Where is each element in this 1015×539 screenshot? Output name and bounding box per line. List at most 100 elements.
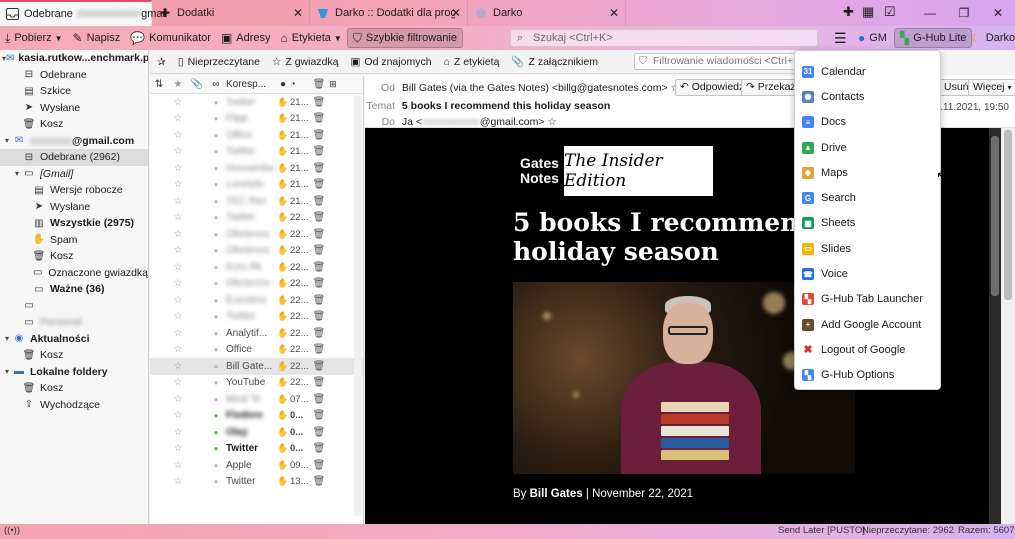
message-row[interactable]: ☆ ● Kurs Rk ✋ 22... 🗑 <box>150 259 363 276</box>
message-row[interactable]: ☆ ● Office ✋ 22... 🗑 <box>150 342 363 359</box>
star-icon[interactable]: ☆ <box>168 344 188 355</box>
message-row[interactable]: ☆ ● Twitter ✋ 21... 🗑 <box>150 144 363 161</box>
expand-icon[interactable]: ▾ <box>2 367 12 376</box>
junk-hand-icon[interactable]: ✋ <box>276 196 290 207</box>
star-icon[interactable]: ☆ <box>168 262 188 273</box>
correspondent-column-header[interactable]: Koresp... <box>226 79 276 90</box>
read-status-icon[interactable]: ● <box>206 164 226 173</box>
more-button[interactable]: Więcej ▾ <box>968 79 1015 96</box>
trash-icon[interactable]: 🗑 <box>312 344 326 355</box>
star-icon[interactable]: ☆ <box>168 212 188 223</box>
folder-item[interactable]: 🗑 Kosz <box>0 380 148 397</box>
filter-unread-button[interactable]: ▯ Nieprzeczytane <box>173 53 265 71</box>
read-status-icon[interactable]: ● <box>206 114 226 123</box>
filter-attachment-button[interactable]: 📎 Z załącznikiem <box>506 53 603 71</box>
flame-icon[interactable]: ✋ <box>276 476 290 487</box>
trash-icon[interactable]: 🗑 <box>312 179 326 190</box>
expand-icon[interactable]: ▾ <box>2 136 12 145</box>
read-status-icon[interactable]: ● <box>206 362 226 371</box>
tab-darko-addons[interactable]: Darko :: Dodatki dla progra ✕ <box>310 0 468 26</box>
message-row[interactable]: ☆ ● Ofertenov ✋ 22... 🗑 <box>150 276 363 293</box>
folder-item[interactable]: 🗑 Kosz <box>0 116 148 133</box>
message-row[interactable]: ☆ ● Analytif... ✋ 22... 🗑 <box>150 325 363 342</box>
filter-tagged-button[interactable]: ⌂ Z etykietą <box>439 53 505 71</box>
message-row[interactable]: ☆ ● Twitter ✋ 13... 🗑 <box>150 474 363 491</box>
junk-hand-icon[interactable]: ✋ <box>276 443 290 454</box>
ghub-menu-item[interactable]: ◆ Maps <box>795 160 940 185</box>
message-pane-scrollbar[interactable] <box>1001 128 1015 524</box>
read-status-icon[interactable]: ● <box>206 345 226 354</box>
junk-hand-icon[interactable]: ✋ <box>276 328 290 339</box>
star-icon[interactable]: ☆ <box>168 377 188 388</box>
read-status-icon[interactable]: ● <box>206 230 226 239</box>
chat-button[interactable]: 💬 Komunikator <box>125 28 216 48</box>
star-icon[interactable]: ☆ <box>168 245 188 256</box>
read-status-icon[interactable]: ● <box>206 147 226 156</box>
gates-notes-logo[interactable]: Gates Notes <box>520 156 559 186</box>
folder-item[interactable]: ▭ Personal <box>0 314 148 331</box>
folder-item[interactable]: ➤ Wysłane <box>0 100 148 117</box>
message-row[interactable]: ☆ ● Olay ✋ 0... 🗑 <box>150 424 363 441</box>
message-row[interactable]: ☆ ● YouTube ✋ 22... 🗑 <box>150 375 363 392</box>
star-icon[interactable]: ☆ <box>168 196 188 207</box>
junk-hand-icon[interactable]: ✋ <box>276 229 290 240</box>
folder-item[interactable]: ▾ ✉ xxxxxxxx @gmail.com <box>0 133 148 150</box>
message-list-scrollbar[interactable] <box>354 96 362 516</box>
message-row[interactable]: ☆ ● Twitter ✋ 22... 🗑 <box>150 210 363 227</box>
junk-hand-icon[interactable]: ✋ <box>276 427 290 438</box>
star-icon[interactable]: ☆ <box>168 394 188 405</box>
activity-icon[interactable]: ((•)) <box>4 525 20 536</box>
junk-hand-icon[interactable]: ✋ <box>276 377 290 388</box>
close-window-icon[interactable]: ✕ <box>981 6 1015 20</box>
folder-item[interactable]: ▤ Wersje robocze <box>0 182 148 199</box>
close-icon[interactable]: ✕ <box>293 6 303 20</box>
global-search-input[interactable]: ⌕ Szukaj <Ctrl+K> <box>510 29 818 47</box>
star-icon[interactable]: ☆ <box>168 443 188 454</box>
star-icon[interactable]: ☆ <box>168 361 188 372</box>
read-status-icon[interactable]: ● <box>206 98 226 107</box>
star-icon[interactable]: ☆ <box>168 295 188 306</box>
menu-icon[interactable]: ☰ <box>829 28 852 48</box>
ghub-menu-item[interactable]: ✖ Logout of Google <box>795 337 940 362</box>
read-status-icon[interactable]: ● <box>206 378 226 387</box>
trash-icon[interactable]: 🗑 <box>312 361 326 372</box>
junk-hand-icon[interactable]: ✋ <box>276 361 290 372</box>
folder-item[interactable]: ⇪ Wychodzące <box>0 397 148 414</box>
folder-item[interactable]: ⊟ Odebrane (2962) <box>0 149 148 166</box>
star-icon[interactable]: ☆ <box>168 179 188 190</box>
folder-item[interactable]: ▤ Szkice <box>0 83 148 100</box>
ghub-menu-item[interactable]: ☎ Voice <box>795 261 940 286</box>
trash-icon[interactable]: 🗑 <box>312 196 326 207</box>
star-icon[interactable]: ☆ <box>168 328 188 339</box>
theme-button[interactable]: ☾ Darko <box>966 28 1015 48</box>
folder-item[interactable]: ▥ Wszystkie (2975) <box>0 215 148 232</box>
ghub-lite-button[interactable]: ▚ G-Hub Lite <box>894 28 973 48</box>
junk-hand-icon[interactable]: ✋ <box>276 344 290 355</box>
to-value[interactable]: Ja < <box>402 116 422 128</box>
junk-hand-icon[interactable]: ✋ <box>276 130 290 141</box>
write-button[interactable]: ✎ Napisz <box>68 28 126 48</box>
message-row[interactable]: ☆ ● Office ✋ 21... 🗑 <box>150 127 363 144</box>
maximize-icon[interactable]: ❐ <box>947 6 981 20</box>
star-icon[interactable]: ☆ <box>168 146 188 157</box>
calendar-icon[interactable]: ▦ <box>862 4 874 20</box>
email-body-scrollbar[interactable] <box>989 128 1001 524</box>
read-status-icon[interactable]: ● <box>206 279 226 288</box>
expand-icon[interactable]: ▾ <box>12 169 22 178</box>
thread-column-icon[interactable]: ⇅ <box>150 79 168 90</box>
reply-button[interactable]: ↶ Odpowiedz <box>675 79 750 96</box>
star-icon[interactable]: ☆ <box>168 229 188 240</box>
message-row[interactable]: ☆ ● Lonelyfu ✋ 21... 🗑 <box>150 177 363 194</box>
ghub-menu-item[interactable]: ≡ Docs <box>795 110 940 135</box>
read-status-icon[interactable]: ● <box>206 428 226 437</box>
read-status-icon[interactable]: ● <box>206 197 226 206</box>
flame-icon[interactable]: ✋ <box>276 460 290 471</box>
trash-icon[interactable]: 🗑 <box>312 460 326 471</box>
message-row[interactable]: ☆ ● Ofertenov ✋ 22... 🗑 <box>150 243 363 260</box>
star-icon[interactable]: ☆ <box>168 311 188 322</box>
tab-inbox[interactable]: Odebrane mmmmmmm gmail <box>0 0 167 26</box>
tab-addons[interactable]: ✚ Dodatki ✕ <box>152 0 310 26</box>
junk-hand-icon[interactable]: ✋ <box>276 146 290 157</box>
forward-button[interactable]: ↷ Przekaż <box>741 79 801 96</box>
trash-icon[interactable]: 🗑 <box>312 394 326 405</box>
